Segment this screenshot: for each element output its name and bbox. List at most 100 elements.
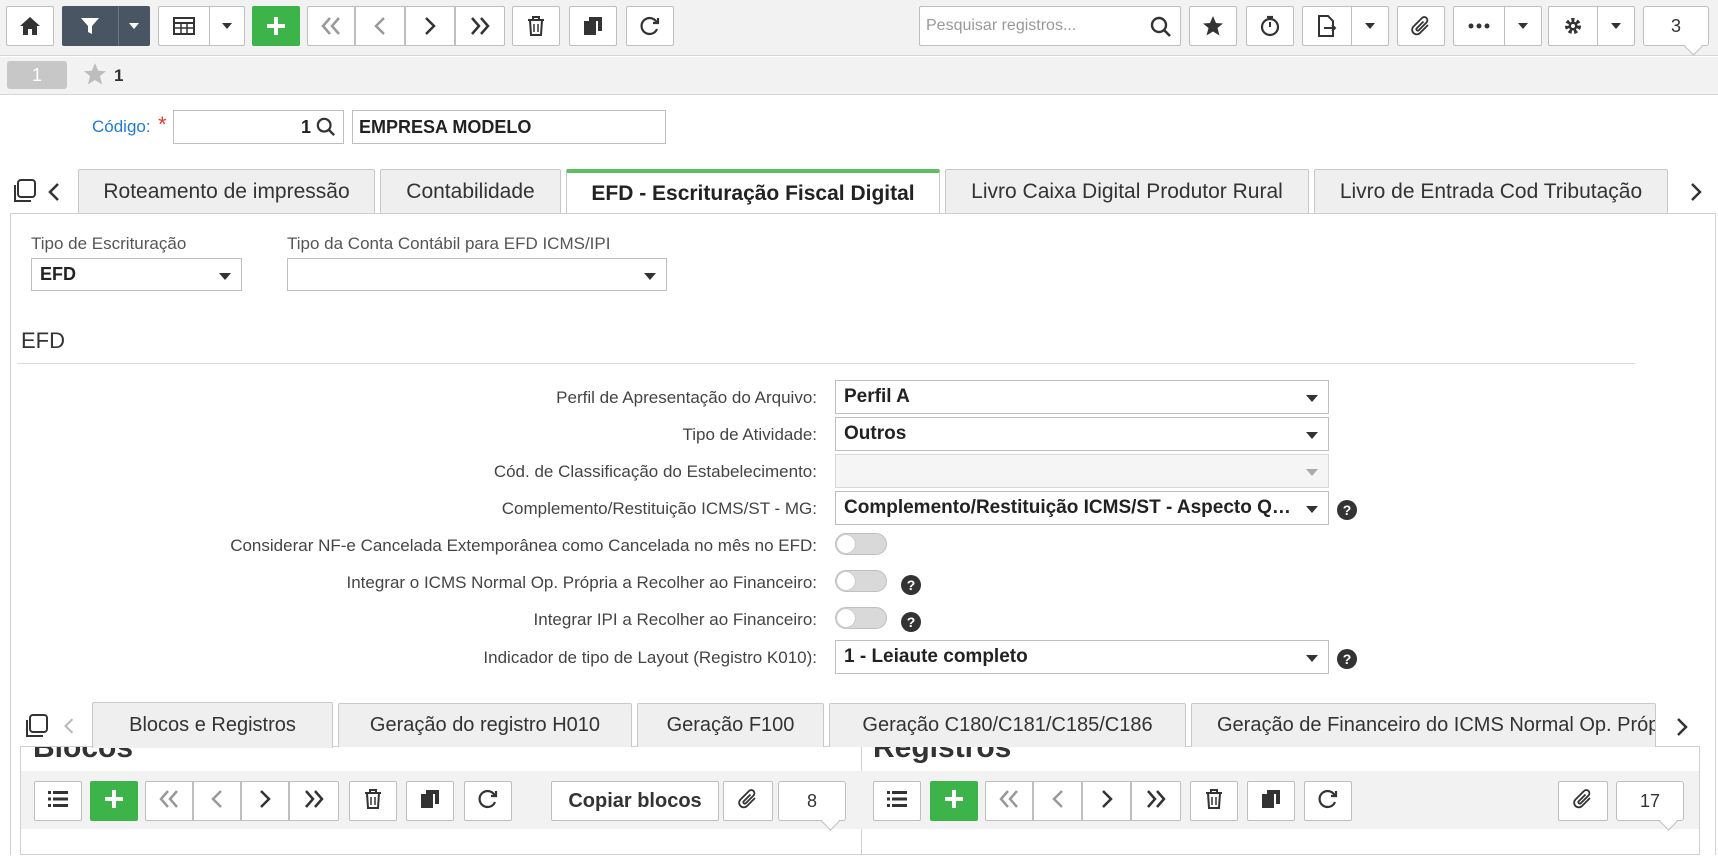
first-record-button[interactable] — [307, 6, 355, 46]
copiar-blocos-button[interactable]: Copiar blocos — [551, 781, 719, 821]
export-dropdown-button[interactable] — [1351, 6, 1389, 46]
nfe-cancelada-toggle[interactable] — [835, 533, 887, 555]
more-actions-dropdown-button[interactable] — [1504, 6, 1542, 46]
previous-record-button[interactable] — [355, 6, 405, 46]
help-icon[interactable]: ? — [1337, 649, 1357, 669]
add-record-button[interactable] — [252, 6, 300, 46]
view-dropdown-button[interactable] — [209, 6, 245, 46]
filter-dropdown-button[interactable] — [118, 6, 150, 46]
double-chevron-right-icon — [1145, 789, 1167, 814]
search-icon[interactable] — [1150, 16, 1172, 43]
chevron-down-icon — [1306, 506, 1318, 513]
next-record-button[interactable] — [405, 6, 455, 46]
blocos-copy-button[interactable] — [406, 781, 454, 821]
settings-button[interactable] — [1548, 6, 1598, 46]
chevron-right-icon — [1100, 789, 1114, 814]
ipi-toggle[interactable] — [835, 607, 887, 629]
blocos-add-button[interactable] — [90, 781, 138, 821]
search-icon[interactable] — [316, 117, 336, 142]
classificacao-label: Cód. de Classificação do Estabelecimento… — [493, 462, 817, 481]
blocos-last-button[interactable] — [289, 781, 339, 821]
tipo-conta-label: Tipo da Conta Contábil para EFD ICMS/IPI — [287, 234, 611, 253]
blocos-delete-button[interactable] — [349, 781, 397, 821]
star-icon[interactable] — [82, 62, 108, 91]
registros-delete-button[interactable] — [1190, 781, 1238, 821]
plus-icon — [103, 788, 125, 815]
section-divider — [17, 363, 1635, 364]
tab-contabilidade[interactable]: Contabilidade — [380, 169, 561, 213]
grid-view-button[interactable] — [158, 6, 210, 46]
blocos-refresh-button[interactable] — [464, 781, 512, 821]
layout-select[interactable]: 1 - Leiaute completo — [835, 640, 1329, 674]
help-icon[interactable]: ? — [901, 612, 921, 632]
refresh-button[interactable] — [626, 6, 674, 46]
blocos-attachment-button[interactable] — [723, 781, 773, 821]
subtab-geracao-financeiro[interactable]: Geração de Financeiro do ICMS Normal Op.… — [1191, 703, 1656, 747]
settings-dropdown-button[interactable] — [1597, 6, 1635, 46]
duplicate-window-icon[interactable] — [24, 713, 50, 744]
tabs-scroll-right-icon[interactable] — [1689, 181, 1703, 208]
ellipsis-icon — [1468, 23, 1490, 29]
atividade-value: Outros — [844, 423, 907, 444]
subtab-registro-h010[interactable]: Geração do registro H010 — [338, 703, 632, 747]
last-record-button[interactable] — [455, 6, 505, 46]
help-icon[interactable]: ? — [1337, 500, 1357, 520]
tab-roteamento-impressao[interactable]: Roteamento de impressão — [78, 169, 375, 213]
export-button[interactable] — [1302, 6, 1352, 46]
favorites-button[interactable] — [1189, 6, 1237, 46]
icms-normal-toggle[interactable] — [835, 570, 887, 592]
registros-last-button[interactable] — [1131, 781, 1181, 821]
blocos-previous-button[interactable] — [193, 781, 241, 821]
star-icon — [1202, 15, 1224, 37]
registros-refresh-button[interactable] — [1304, 781, 1352, 821]
home-button[interactable] — [6, 6, 54, 46]
registros-previous-button[interactable] — [1033, 781, 1082, 821]
tab-label: Roteamento de impressão — [103, 179, 350, 203]
attachment-button[interactable] — [1397, 6, 1445, 46]
complemento-select[interactable]: Complemento/Restituição ICMS/ST - Aspect… — [835, 491, 1329, 525]
search-input[interactable] — [920, 7, 1140, 45]
filter-button[interactable] — [62, 6, 118, 46]
blocos-next-button[interactable] — [241, 781, 289, 821]
tipo-escrituracao-value: EFD — [40, 264, 76, 284]
duplicate-window-icon[interactable] — [12, 178, 38, 209]
registros-title: Registros — [873, 746, 1012, 764]
subtabs-scroll-right-icon[interactable] — [1675, 716, 1689, 743]
empresa-name-field: EMPRESA MODELO — [352, 110, 666, 144]
registros-next-button[interactable] — [1082, 781, 1131, 821]
tipo-escrituracao-select[interactable]: EFD — [31, 258, 242, 291]
blocos-list-button[interactable] — [34, 781, 82, 821]
perfil-value: Perfil A — [844, 386, 910, 407]
registros-list-button[interactable] — [873, 781, 921, 821]
trash-icon — [527, 16, 545, 36]
subtab-blocos-registros[interactable]: Blocos e Registros — [92, 702, 333, 748]
current-record-tab[interactable]: 1 — [7, 61, 67, 89]
tab-label: Geração do registro H010 — [369, 714, 601, 736]
delete-button[interactable] — [512, 6, 560, 46]
registros-copy-button[interactable] — [1247, 781, 1295, 821]
subtabs-scroll-left-icon[interactable] — [63, 716, 75, 741]
blocos-first-button[interactable] — [145, 781, 193, 821]
blocos-count: 8 — [806, 790, 817, 811]
more-actions-button[interactable] — [1453, 6, 1505, 46]
copiar-blocos-label: Copiar blocos — [568, 789, 702, 812]
perfil-select[interactable]: Perfil A — [835, 380, 1329, 414]
tab-livro-caixa-digital[interactable]: Livro Caixa Digital Produtor Rural — [945, 169, 1309, 213]
refresh-icon — [477, 788, 499, 815]
classificacao-select — [835, 454, 1329, 488]
codigo-input[interactable]: 1 — [173, 110, 344, 144]
tipo-conta-select[interactable] — [287, 258, 667, 291]
subtab-geracao-c180[interactable]: Geração C180/C181/C185/C186 — [829, 703, 1186, 747]
registros-first-button[interactable] — [985, 781, 1033, 821]
registros-add-button[interactable] — [930, 781, 978, 821]
chevron-down-icon — [1306, 395, 1318, 402]
help-icon[interactable]: ? — [901, 575, 921, 595]
tabs-scroll-left-icon[interactable] — [47, 181, 61, 208]
tab-livro-entrada[interactable]: Livro de Entrada Cod Tributação — [1314, 169, 1668, 213]
atividade-select[interactable]: Outros — [835, 417, 1329, 451]
subtab-geracao-f100[interactable]: Geração F100 — [637, 703, 824, 747]
registros-attachment-button[interactable] — [1558, 781, 1608, 821]
copy-button[interactable] — [569, 6, 617, 46]
tab-efd[interactable]: EFD - Escrituração Fiscal Digital — [566, 169, 940, 215]
timer-button[interactable] — [1246, 6, 1294, 46]
